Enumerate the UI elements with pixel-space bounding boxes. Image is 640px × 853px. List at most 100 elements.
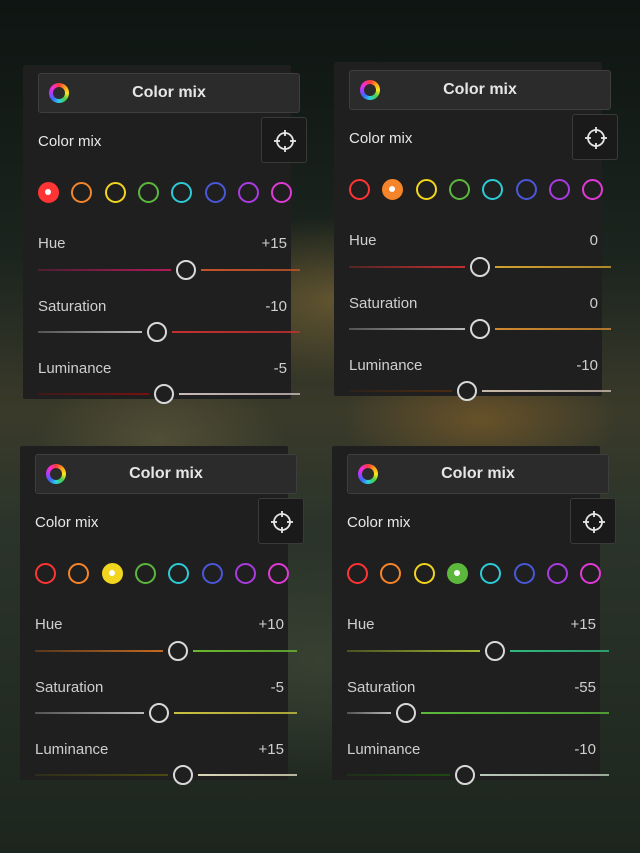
swatch-red[interactable]: [35, 563, 56, 584]
color-mix-header-button[interactable]: Color mix: [347, 454, 609, 494]
saturation-value: 0: [589, 295, 598, 312]
saturation-slider-handle[interactable]: [470, 319, 490, 339]
color-mix-panel-red: Color mix Color mix Hue +15 Saturation -…: [23, 65, 307, 404]
swatch-yellow[interactable]: [101, 563, 123, 584]
header-title: Color mix: [132, 84, 206, 101]
swatch-blue[interactable]: [201, 563, 223, 584]
luminance-label: Luminance: [38, 360, 112, 377]
luminance-slider-handle[interactable]: [153, 384, 174, 404]
hue-label: Hue: [35, 616, 63, 633]
hue-value: +15: [570, 616, 596, 633]
hue-slider-track[interactable]: [35, 650, 297, 652]
saturation-value: -5: [270, 679, 284, 696]
color-mix-panel-yellow: Color mix Color mix Hue +10 Saturation -…: [20, 446, 304, 785]
swatch-red[interactable]: [347, 563, 368, 584]
header-title: Color mix: [441, 465, 515, 482]
color-mix-panel-orange: Color mix Color mix Hue 0 Saturation 0 L…: [334, 62, 618, 401]
luminance-label: Luminance: [349, 357, 423, 374]
crosshair-icon: [274, 130, 296, 152]
color-swatch-row: [38, 182, 304, 208]
swatch-aqua[interactable]: [480, 563, 502, 584]
swatch-aqua[interactable]: [168, 563, 190, 584]
crosshair-icon: [271, 511, 293, 533]
crosshair-icon: [585, 127, 607, 149]
hue-label: Hue: [38, 235, 66, 252]
crosshair-icon: [583, 511, 605, 533]
section-label: Color mix: [349, 130, 413, 147]
section-label: Color mix: [347, 514, 411, 531]
luminance-slider-handle[interactable]: [456, 381, 477, 401]
hue-slider-handle[interactable]: [470, 257, 490, 277]
saturation-label: Saturation: [347, 679, 416, 696]
hue-slider-handle[interactable]: [176, 260, 197, 280]
luminance-slider-handle[interactable]: [173, 765, 194, 785]
hue-value: +10: [258, 616, 284, 633]
saturation-slider-handle[interactable]: [395, 703, 416, 723]
hue-label: Hue: [347, 616, 375, 633]
hue-slider-handle[interactable]: [167, 641, 188, 661]
swatch-green[interactable]: [448, 179, 470, 200]
targeted-adjustment-button[interactable]: [572, 114, 618, 160]
saturation-slider-handle[interactable]: [147, 322, 168, 342]
luminance-value: -10: [574, 741, 596, 758]
swatch-blue[interactable]: [515, 179, 537, 200]
luminance-slider-track[interactable]: [35, 774, 297, 776]
luminance-slider-track[interactable]: [349, 390, 611, 392]
hue-slider-track[interactable]: [38, 269, 300, 271]
hue-value: 0: [589, 232, 598, 249]
hue-value: +15: [261, 235, 287, 252]
swatch-red[interactable]: [349, 179, 370, 200]
saturation-slider-track[interactable]: [347, 712, 609, 714]
hue-slider-handle[interactable]: [485, 641, 506, 661]
swatch-orange[interactable]: [380, 563, 402, 584]
swatch-magenta[interactable]: [582, 179, 604, 200]
color-swatch-row: [347, 563, 613, 589]
targeted-adjustment-button[interactable]: [258, 498, 304, 544]
swatch-yellow[interactable]: [413, 563, 435, 584]
section-label: Color mix: [35, 514, 99, 531]
swatch-purple[interactable]: [548, 179, 570, 200]
luminance-slider-handle[interactable]: [454, 765, 475, 785]
swatch-green[interactable]: [134, 563, 156, 584]
swatch-aqua[interactable]: [171, 182, 193, 203]
color-swatch-row: [349, 179, 615, 205]
color-mix-header-button[interactable]: Color mix: [38, 73, 300, 113]
swatch-yellow[interactable]: [104, 182, 126, 203]
swatch-magenta[interactable]: [271, 182, 293, 203]
saturation-label: Saturation: [349, 295, 418, 312]
luminance-value: +15: [258, 741, 284, 758]
saturation-slider-track[interactable]: [38, 331, 300, 333]
saturation-slider-handle[interactable]: [149, 703, 170, 723]
swatch-magenta[interactable]: [580, 563, 602, 584]
luminance-label: Luminance: [35, 741, 109, 758]
targeted-adjustment-button[interactable]: [261, 117, 307, 163]
swatch-aqua[interactable]: [482, 179, 504, 200]
hue-slider-track[interactable]: [347, 650, 609, 652]
header-title: Color mix: [129, 465, 203, 482]
luminance-value: -10: [576, 357, 598, 374]
color-mix-header-button[interactable]: Color mix: [349, 70, 611, 110]
swatch-green[interactable]: [137, 182, 159, 203]
swatch-blue[interactable]: [513, 563, 535, 584]
swatch-orange[interactable]: [68, 563, 90, 584]
saturation-value: -55: [574, 679, 596, 696]
swatch-purple[interactable]: [546, 563, 568, 584]
swatch-blue[interactable]: [204, 182, 226, 203]
luminance-label: Luminance: [347, 741, 421, 758]
saturation-value: -10: [265, 298, 287, 315]
swatch-magenta[interactable]: [268, 563, 290, 584]
swatch-green[interactable]: [446, 563, 468, 584]
color-mix-header-button[interactable]: Color mix: [35, 454, 297, 494]
swatch-orange[interactable]: [71, 182, 93, 203]
swatch-yellow[interactable]: [415, 179, 437, 200]
targeted-adjustment-button[interactable]: [570, 498, 616, 544]
swatch-purple[interactable]: [234, 563, 256, 584]
swatch-orange[interactable]: [382, 179, 404, 200]
hue-label: Hue: [349, 232, 377, 249]
swatch-red[interactable]: [38, 182, 59, 203]
section-label: Color mix: [38, 133, 102, 150]
luminance-slider-track[interactable]: [347, 774, 609, 776]
swatch-purple[interactable]: [237, 182, 259, 203]
luminance-value: -5: [273, 360, 287, 377]
saturation-label: Saturation: [38, 298, 107, 315]
